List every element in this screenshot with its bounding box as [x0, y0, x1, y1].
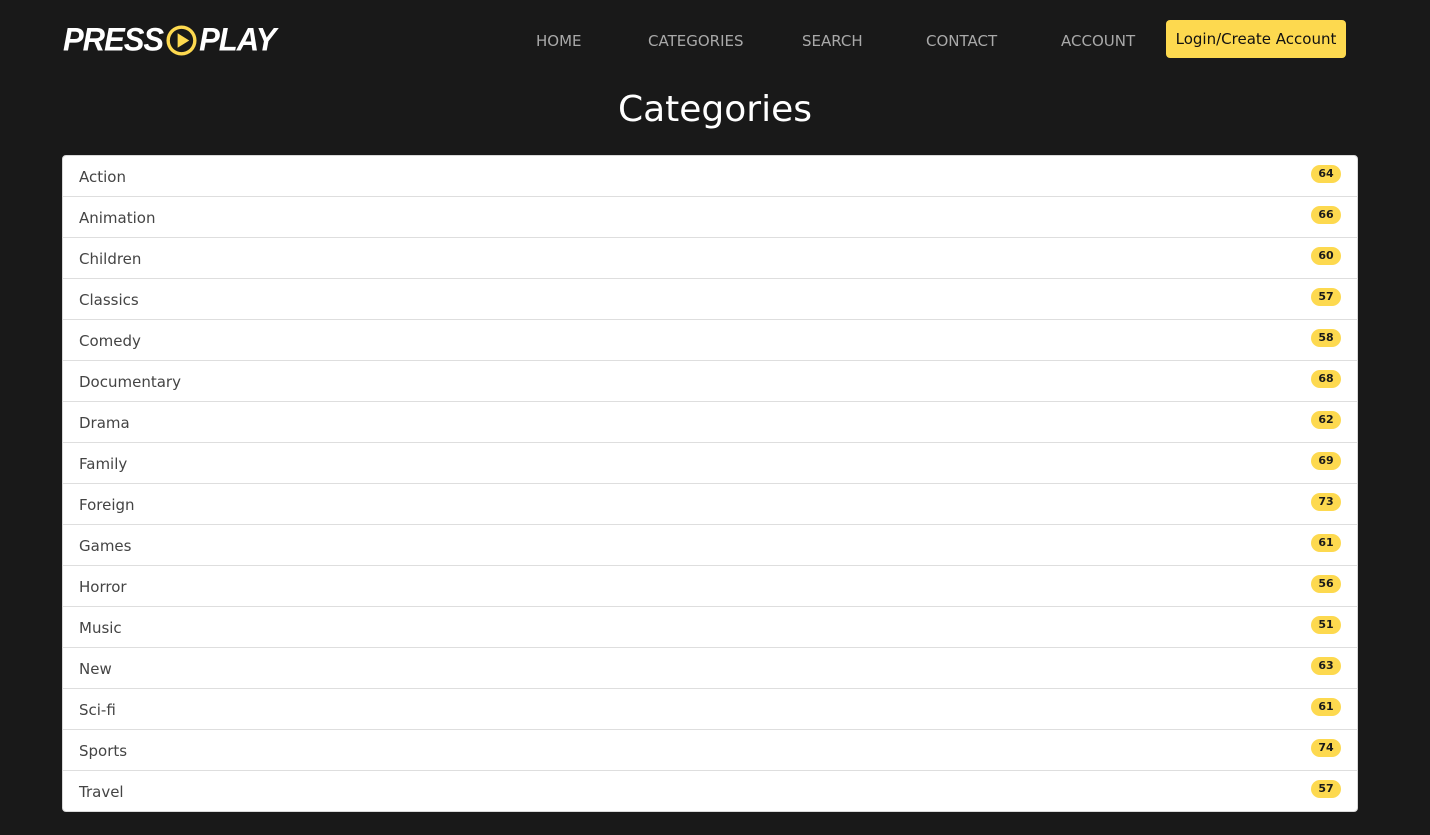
top-navbar: PRESS PLAY HOME CATEGORIES SEARCH CONTAC…: [0, 0, 1430, 82]
nav-contact-link[interactable]: CONTACT: [926, 27, 997, 55]
category-item-documentary[interactable]: Documentary 68: [63, 361, 1357, 402]
nav-home-link[interactable]: HOME: [536, 27, 582, 55]
nav-search-link[interactable]: SEARCH: [802, 27, 863, 55]
category-count-badge: 61: [1311, 534, 1341, 552]
category-label: Comedy: [79, 332, 141, 350]
category-count-badge: 58: [1311, 329, 1341, 347]
category-item-classics[interactable]: Classics 57: [63, 279, 1357, 320]
category-item-new[interactable]: New 63: [63, 648, 1357, 689]
category-item-sports[interactable]: Sports 74: [63, 730, 1357, 771]
category-item-family[interactable]: Family 69: [63, 443, 1357, 484]
category-label: Documentary: [79, 373, 181, 391]
category-count-badge: 68: [1311, 370, 1341, 388]
category-label: Family: [79, 455, 128, 473]
category-count-badge: 64: [1311, 165, 1341, 183]
nav-account-link[interactable]: ACCOUNT: [1061, 27, 1135, 55]
category-item-children[interactable]: Children 60: [63, 238, 1357, 279]
category-label: Sports: [79, 742, 128, 760]
category-count-badge: 51: [1311, 616, 1341, 634]
category-label: Games: [79, 537, 132, 555]
category-count-badge: 66: [1311, 206, 1341, 224]
category-item-music[interactable]: Music 51: [63, 607, 1357, 648]
category-item-travel[interactable]: Travel 57: [63, 771, 1357, 811]
category-count-badge: 74: [1311, 739, 1341, 757]
category-label: Travel: [79, 783, 124, 801]
page-title: Categories: [617, 89, 813, 130]
category-label: Action: [79, 168, 126, 186]
category-label: Horror: [79, 578, 127, 596]
category-count-badge: 57: [1311, 288, 1341, 306]
category-count-badge: 57: [1311, 780, 1341, 798]
category-count-badge: 63: [1311, 657, 1341, 675]
category-count-badge: 61: [1311, 698, 1341, 716]
nav-categories-link[interactable]: CATEGORIES: [648, 27, 744, 55]
category-count-badge: 62: [1311, 411, 1341, 429]
category-label: Children: [79, 250, 142, 268]
category-label: Drama: [79, 414, 130, 432]
category-count-badge: 60: [1311, 247, 1341, 265]
login-create-account-button[interactable]: Login/Create Account: [1166, 20, 1346, 58]
category-label: Foreign: [79, 496, 135, 514]
category-item-comedy[interactable]: Comedy 58: [63, 320, 1357, 361]
category-item-games[interactable]: Games 61: [63, 525, 1357, 566]
category-item-horror[interactable]: Horror 56: [63, 566, 1357, 607]
category-count-badge: 73: [1311, 493, 1341, 511]
category-label: New: [79, 660, 112, 678]
category-list: Action 64 Animation 66 Children 60 Classics 57 C…: [62, 155, 1358, 812]
category-label: Music: [79, 619, 122, 637]
category-item-sci-fi[interactable]: Sci-fi 61: [63, 689, 1357, 730]
category-count-badge: 56: [1311, 575, 1341, 593]
category-item-drama[interactable]: Drama 62: [63, 402, 1357, 443]
category-label: Sci-fi: [79, 701, 116, 719]
category-label: Classics: [79, 291, 139, 309]
category-count-badge: 69: [1311, 452, 1341, 470]
category-label: Animation: [79, 209, 156, 227]
category-item-animation[interactable]: Animation 66: [63, 197, 1357, 238]
category-item-foreign[interactable]: Foreign 73: [63, 484, 1357, 525]
category-item-action[interactable]: Action 64: [63, 156, 1357, 197]
